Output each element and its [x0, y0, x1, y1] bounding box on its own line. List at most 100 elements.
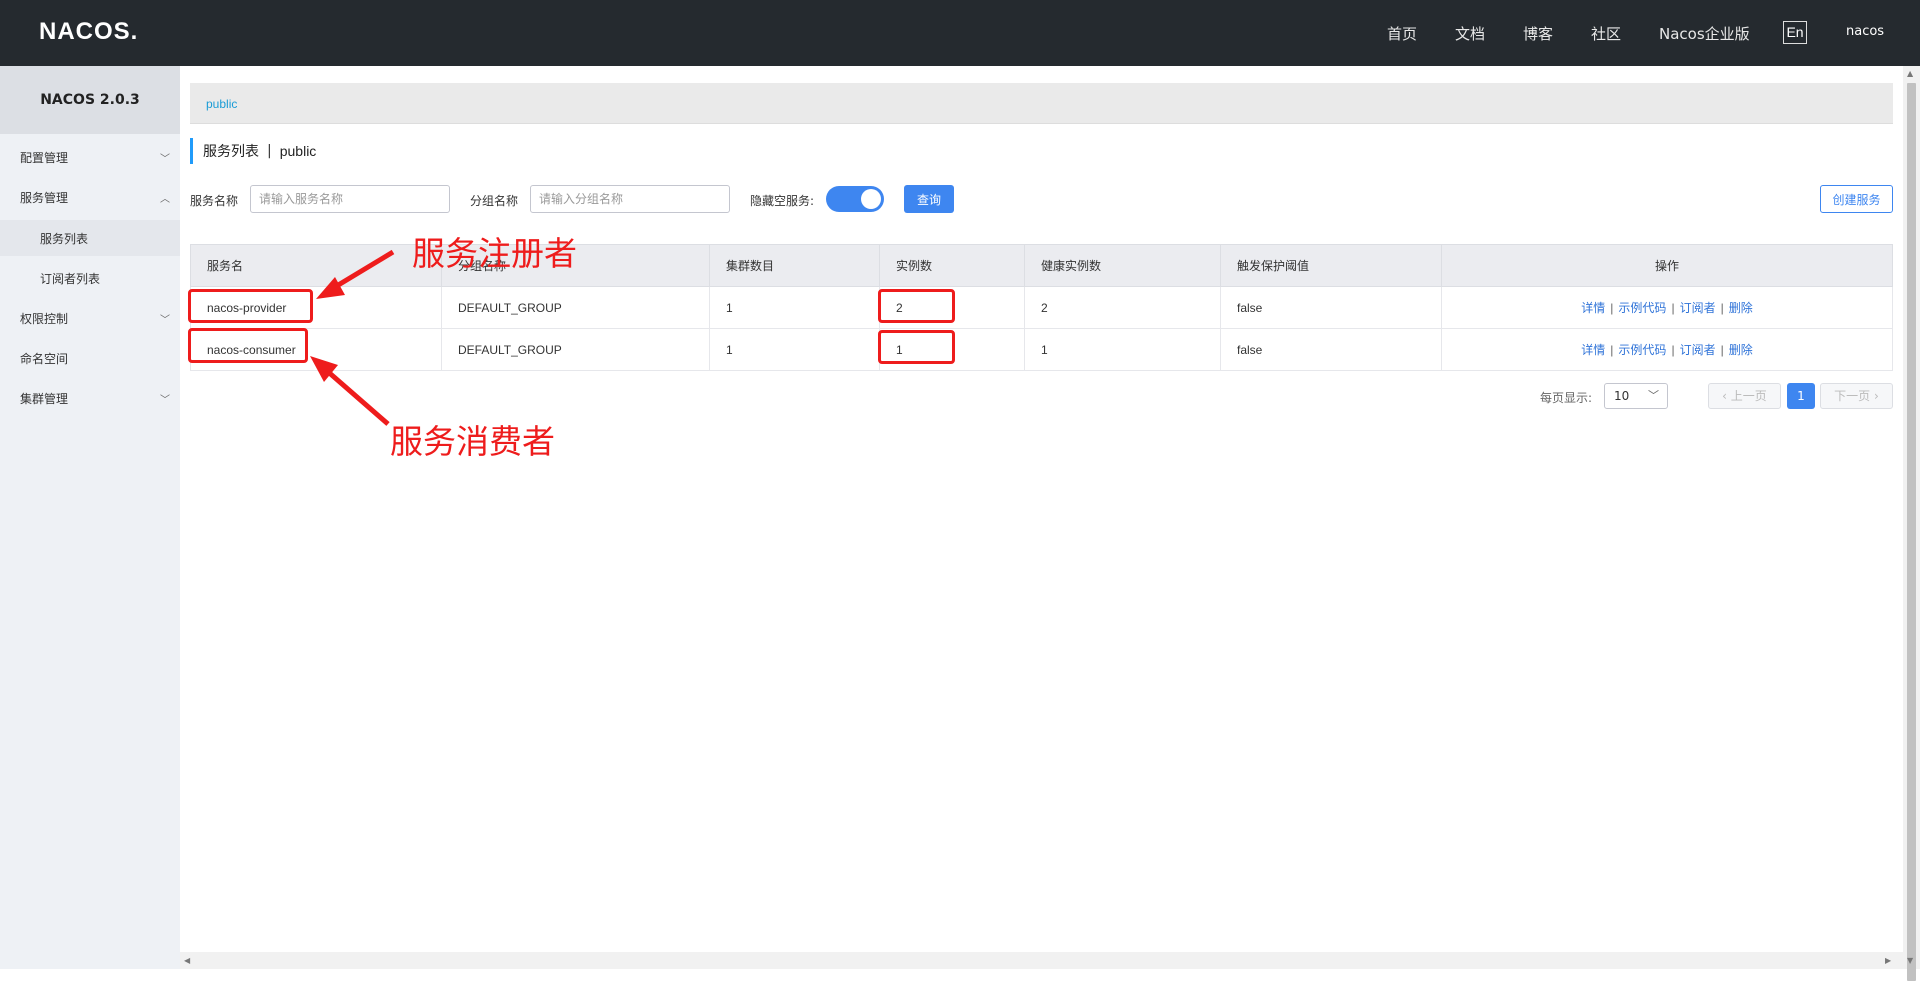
service-name-label: 服务名称 — [190, 194, 239, 208]
subscribers-link[interactable]: 订阅者 — [1680, 343, 1716, 357]
toggle-knob — [861, 189, 881, 209]
highlight-consumer-instances — [878, 330, 955, 364]
sidebar-item-service-list[interactable]: 服务列表 — [0, 220, 180, 256]
sidebar-item-cluster[interactable]: 集群管理 ﹀ — [0, 380, 180, 416]
hide-empty-toggle[interactable] — [826, 186, 884, 212]
detail-link[interactable]: 详情 — [1581, 343, 1605, 357]
title-separator: | — [267, 143, 272, 159]
sidebar-item-service-mgmt[interactable]: 服务管理 ︿ — [0, 179, 180, 215]
nav-home-label[interactable]: 首页 — [1387, 23, 1417, 44]
sample-code-link[interactable]: 示例代码 — [1618, 301, 1666, 315]
sidebar-item-config[interactable]: 配置管理 ﹀ — [0, 139, 180, 175]
breadcrumb: public — [190, 83, 1893, 124]
nav-community-label[interactable]: 社区 — [1591, 23, 1621, 44]
nav-blog-label[interactable]: 博客 — [1523, 23, 1553, 44]
sidebar-item-label: 集群管理 — [20, 391, 69, 406]
cell-operations: 详情 | 示例代码 | 订阅者 | 删除 — [1441, 286, 1893, 329]
prev-page-button[interactable]: ‹ 上一页 — [1708, 383, 1781, 409]
scroll-left-icon[interactable]: ◀ — [184, 956, 190, 965]
top-header: NACOS. 首页 文档 博客 社区 Nacos企业版 En nacos — [0, 0, 1920, 66]
scroll-down-icon[interactable]: ▼ — [1907, 956, 1913, 965]
sidebar-item-label: 服务管理 — [20, 190, 69, 205]
per-page-select[interactable]: 10 ﹀ — [1604, 383, 1668, 409]
chevron-down-icon: ﹀ — [160, 154, 170, 165]
scroll-thumb[interactable] — [1907, 83, 1916, 981]
delete-link[interactable]: 删除 — [1729, 343, 1753, 357]
page-title: 服务列表 | public — [190, 138, 316, 164]
chevron-right-icon: › — [1870, 389, 1879, 403]
op-separator: | — [1720, 343, 1724, 357]
col-healthy-count: 健康实例数 — [1024, 244, 1221, 287]
sample-code-link[interactable]: 示例代码 — [1618, 343, 1666, 357]
highlight-provider-name — [188, 289, 313, 323]
per-page-label: 每页显示: — [1540, 391, 1593, 405]
scroll-right-icon[interactable]: ▶ — [1885, 956, 1891, 965]
highlight-consumer-name — [188, 328, 308, 363]
nav-docs-label[interactable]: 文档 — [1455, 23, 1485, 44]
group-name-input[interactable] — [530, 185, 730, 213]
col-instance-count: 实例数 — [879, 244, 1025, 287]
detail-link[interactable]: 详情 — [1581, 301, 1605, 315]
sidebar-item-label: 配置管理 — [20, 150, 69, 165]
delete-link[interactable]: 删除 — [1729, 301, 1753, 315]
nav-enterprise[interactable]: Nacos企业版 — [1659, 0, 1750, 66]
vertical-scrollbar[interactable]: ▲ ▼ — [1903, 66, 1920, 981]
language-switch-button[interactable]: En — [1783, 21, 1807, 44]
sidebar-item-label: 命名空间 — [20, 351, 69, 366]
sidebar-item-subscribers[interactable]: 订阅者列表 — [0, 260, 180, 296]
chevron-down-icon: ﹀ — [160, 395, 170, 406]
cell-protect: false — [1220, 286, 1442, 329]
page-title-text: 服务列表 — [203, 144, 259, 160]
col-protect-threshold: 触发保护阈值 — [1220, 244, 1442, 287]
next-page-label: 下一页 — [1834, 389, 1871, 403]
query-button[interactable]: 查询 — [904, 185, 954, 213]
sidebar-item-label: 订阅者列表 — [40, 271, 101, 286]
page-namespace: public — [279, 143, 317, 159]
nav-home[interactable]: 首页 — [1387, 0, 1417, 66]
cell-clusters: 1 — [709, 286, 880, 329]
cell-operations: 详情 | 示例代码 | 订阅者 | 删除 — [1441, 328, 1893, 371]
cell-healthy: 2 — [1024, 286, 1221, 329]
next-page-button[interactable]: 下一页 › — [1820, 383, 1893, 409]
create-service-button[interactable]: 创建服务 — [1820, 185, 1893, 213]
table-row: nacos-provider DEFAULT_GROUP 1 2 2 false… — [190, 286, 1893, 329]
annotation-provider: 服务注册者 — [412, 234, 577, 273]
subscribers-link[interactable]: 订阅者 — [1680, 301, 1716, 315]
nav-community[interactable]: 社区 — [1591, 0, 1621, 66]
sidebar-item-namespace[interactable]: 命名空间 — [0, 340, 180, 376]
sidebar-item-auth[interactable]: 权限控制 ﹀ — [0, 300, 180, 336]
horizontal-scrollbar[interactable]: ◀ ▶ — [180, 952, 1903, 969]
service-name-input[interactable] — [250, 185, 450, 213]
per-page-value: 10 — [1614, 389, 1630, 403]
highlight-provider-instances — [878, 289, 955, 323]
cell-clusters: 1 — [709, 328, 880, 371]
col-cluster-count: 集群数目 — [709, 244, 880, 287]
cell-protect: false — [1220, 328, 1442, 371]
annotation-consumer: 服务消费者 — [390, 422, 555, 461]
cell-group: DEFAULT_GROUP — [441, 328, 710, 371]
nav-enterprise-label[interactable]: Nacos企业版 — [1659, 23, 1750, 44]
op-separator: | — [1720, 301, 1724, 315]
op-separator: | — [1610, 301, 1614, 315]
nav-docs[interactable]: 文档 — [1455, 0, 1485, 66]
op-separator: | — [1671, 343, 1675, 357]
col-operations: 操作 — [1441, 244, 1893, 287]
chevron-left-icon: ‹ — [1722, 389, 1731, 403]
op-separator: | — [1671, 301, 1675, 315]
op-separator: | — [1610, 343, 1614, 357]
hide-empty-label: 隐藏空服务: — [750, 194, 815, 208]
chevron-down-icon: ﹀ — [160, 315, 170, 326]
user-name[interactable]: nacos — [1846, 24, 1884, 39]
version-title: NACOS 2.0.3 — [0, 66, 180, 134]
breadcrumb-namespace[interactable]: public — [206, 97, 237, 111]
sidebar-item-label: 服务列表 — [40, 231, 89, 246]
nav-blog[interactable]: 博客 — [1523, 0, 1553, 66]
page-1-button[interactable]: 1 — [1787, 383, 1815, 409]
scroll-up-icon[interactable]: ▲ — [1907, 69, 1913, 78]
group-name-label: 分组名称 — [470, 194, 519, 208]
col-service-name: 服务名 — [190, 244, 442, 287]
cell-group: DEFAULT_GROUP — [441, 286, 710, 329]
nacos-logo[interactable]: NACOS. — [39, 18, 138, 46]
table-row: nacos-consumer DEFAULT_GROUP 1 1 1 false… — [190, 328, 1893, 371]
sidebar-item-label: 权限控制 — [20, 311, 69, 326]
